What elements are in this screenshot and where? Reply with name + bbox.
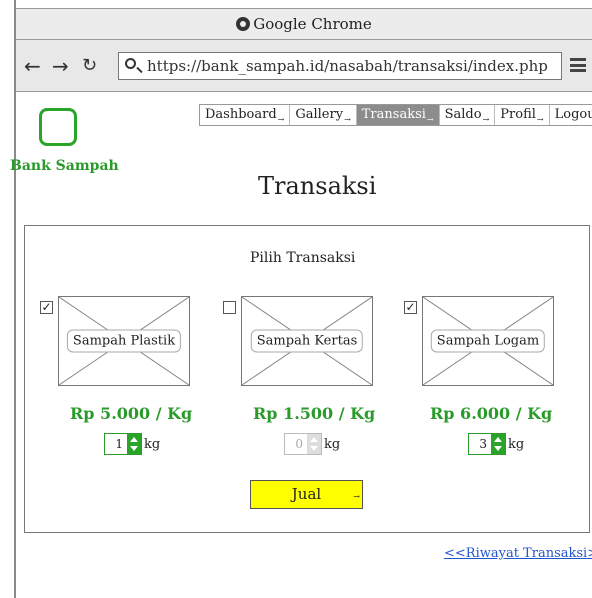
address-bar[interactable]: https://bank_sampah.id/nasabah/transaksi… — [118, 52, 562, 80]
cursor-arrow-icon: → — [353, 492, 360, 501]
window-title: Google Chrome — [253, 15, 372, 33]
reload-icon[interactable]: ↻ — [82, 56, 97, 76]
spinner-arrows-icon[interactable] — [127, 434, 141, 454]
price-kertas: Rp 1.500 / Kg — [253, 404, 376, 423]
quantity-value-plastik[interactable]: 1 — [105, 437, 127, 451]
quantity-stepper-kertas[interactable]: 0 kg — [284, 433, 340, 455]
unit-label-kertas: kg — [324, 436, 341, 452]
checkbox-logam[interactable]: ✓ — [404, 301, 417, 314]
product-label-kertas: Sampah Kertas — [250, 329, 364, 353]
product-label-plastik: Sampah Plastik — [66, 329, 182, 353]
image-placeholder-kertas: Sampah Kertas — [241, 296, 373, 386]
nav-item-logout[interactable]: Logout — [550, 105, 592, 125]
jual-button-label: Jual — [291, 485, 322, 503]
quantity-stepper-plastik[interactable]: 1 kg — [104, 433, 160, 455]
spinner-arrows-icon[interactable] — [307, 434, 321, 454]
title-bar: Google Chrome — [16, 8, 592, 40]
price-logam: Rp 6.000 / Kg — [430, 404, 553, 423]
unit-label-logam: kg — [508, 436, 525, 452]
image-placeholder-logam: Sampah Logam — [422, 296, 554, 386]
price-plastik: Rp 5.000 / Kg — [70, 404, 193, 423]
search-icon — [125, 58, 136, 69]
nav-item-transaksi[interactable]: Transaksi — [356, 105, 440, 125]
main-nav: Dashboard Gallery Transaksi Saldo Profil… — [199, 104, 592, 126]
forward-arrow-icon[interactable]: → — [52, 56, 69, 76]
nav-item-gallery[interactable]: Gallery — [290, 105, 357, 125]
quantity-value-logam[interactable]: 3 — [469, 437, 491, 451]
checkbox-plastik[interactable]: ✓ — [40, 301, 53, 314]
page-title: Transaksi — [258, 172, 377, 200]
browser-toolbar: ← → ↻ https://bank_sampah.id/nasabah/tra… — [16, 40, 592, 92]
nav-item-saldo[interactable]: Saldo — [440, 105, 496, 125]
riwayat-transaksi-link[interactable]: <<Riwayat Transaksi>> — [444, 546, 592, 561]
nav-item-dashboard[interactable]: Dashboard — [200, 105, 291, 125]
back-arrow-icon[interactable]: ← — [24, 56, 41, 76]
nav-item-profil[interactable]: Profil — [495, 105, 550, 125]
chrome-logo-icon — [236, 17, 251, 31]
jual-button[interactable]: Jual → — [250, 480, 363, 509]
bank-sampah-logo-icon — [39, 108, 77, 146]
image-placeholder-plastik: Sampah Plastik — [58, 296, 190, 386]
menu-icon[interactable] — [570, 58, 586, 72]
quantity-stepper-logam[interactable]: 3 kg — [468, 433, 524, 455]
checkbox-kertas[interactable] — [223, 301, 236, 314]
spinner-arrows-icon[interactable] — [491, 434, 505, 454]
product-label-logam: Sampah Logam — [430, 329, 546, 353]
address-bar-url: https://bank_sampah.id/nasabah/transaksi… — [147, 57, 548, 75]
logo-text: Bank Sampah — [10, 158, 119, 174]
unit-label-plastik: kg — [144, 436, 161, 452]
quantity-value-kertas[interactable]: 0 — [285, 437, 307, 451]
panel-title: Pilih Transaksi — [250, 250, 356, 266]
